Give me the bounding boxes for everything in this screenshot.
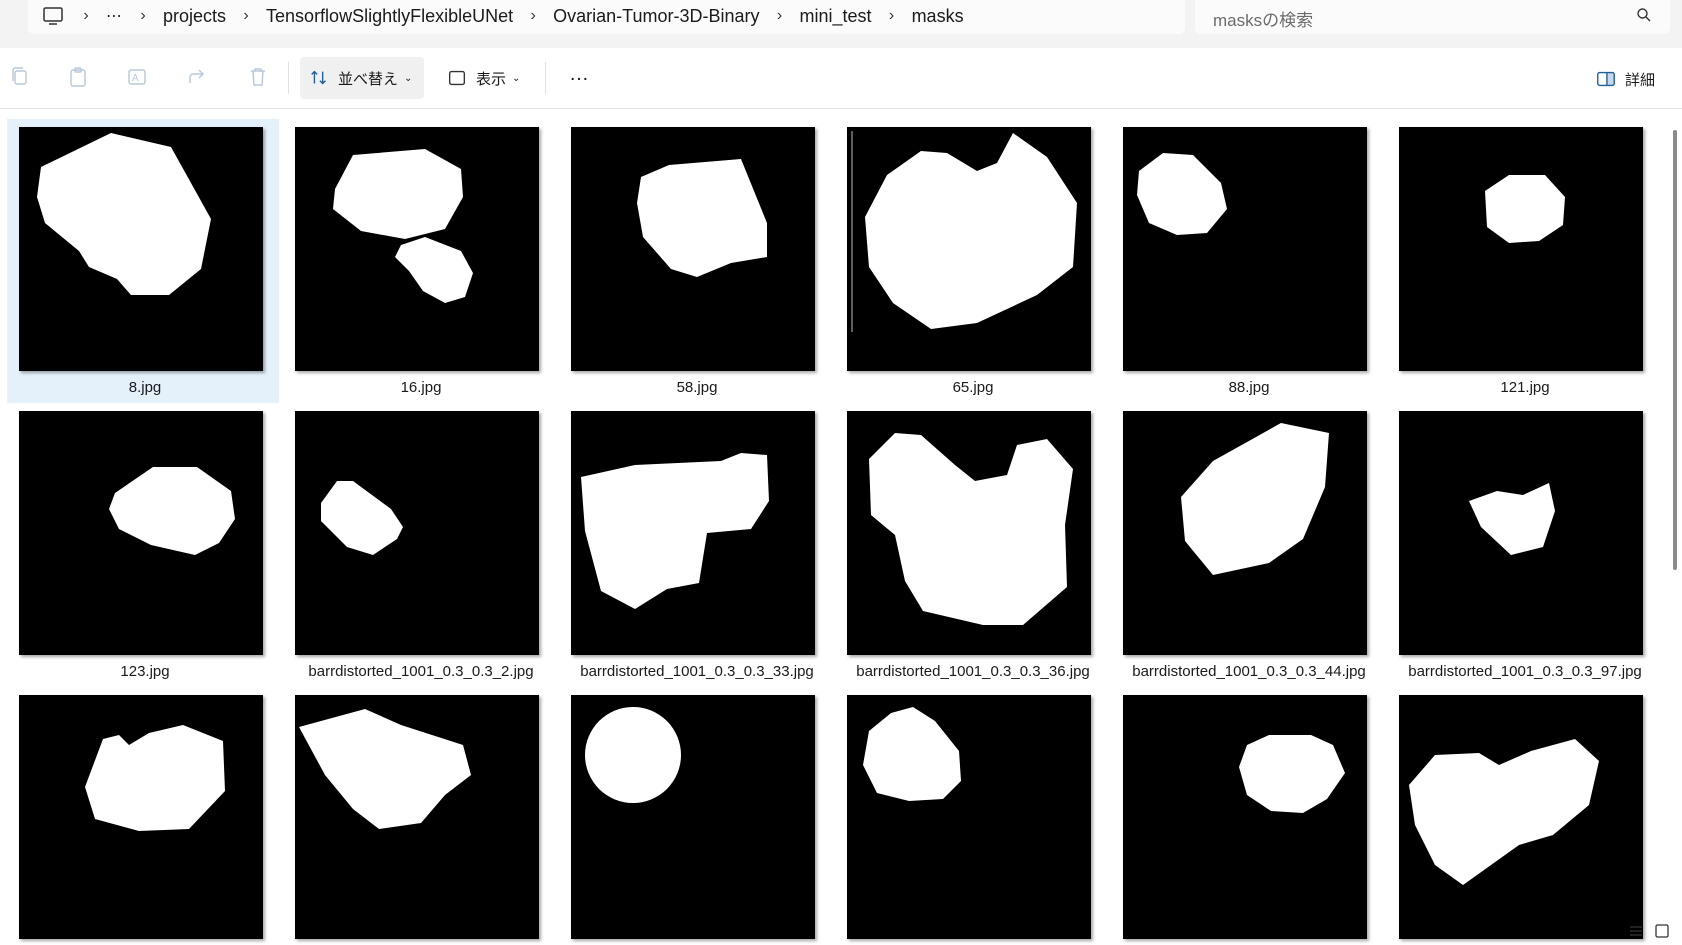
search-input[interactable]: masksの検索 [1195,0,1670,34]
view-switcher [1628,923,1670,939]
list-view-icon[interactable] [1628,923,1644,939]
chevron-right-icon[interactable]: › [768,7,792,25]
thumbnail-view-icon[interactable] [1654,923,1670,939]
file-name: barrdistorted_1001_0.3_0.3_36.jpg [856,663,1090,680]
this-pc-icon[interactable] [42,5,64,27]
file-thumbnail [847,411,1091,655]
file-name: 123.jpg [120,663,170,680]
file-thumbnail [571,695,815,939]
file-thumbnail [1399,695,1643,939]
more-options-button[interactable]: … [564,62,594,92]
file-tile[interactable]: 16.jpg [283,119,555,403]
search-icon[interactable] [1636,7,1652,23]
file-tile[interactable] [283,687,555,945]
breadcrumb-item-masks[interactable]: masks [904,6,972,27]
file-name: 58.jpg [676,379,718,396]
file-name: 16.jpg [400,379,442,396]
file-tile[interactable]: 65.jpg [835,119,1107,403]
share-icon[interactable] [186,65,210,89]
file-tile[interactable]: barrdistorted_1001_0.3_0.3_2.jpg [283,403,555,687]
file-thumbnail [1123,411,1367,655]
file-thumbnail [295,695,539,939]
file-thumbnail [571,411,815,655]
file-tile[interactable]: barrdistorted_1001_0.3_0.3_44.jpg [1111,403,1383,687]
file-name: barrdistorted_1001_0.3_0.3_2.jpg [308,663,534,680]
chevron-down-icon: ⌄ [512,72,521,84]
file-thumbnail [1123,127,1367,371]
file-tile[interactable]: barrdistorted_1001_0.3_0.3_97.jpg [1387,403,1659,687]
file-thumbnail [847,127,1091,371]
file-name: 8.jpg [128,379,162,396]
sort-icon [311,70,326,85]
command-bar: A 並べ替え ⌄ 表示 ⌄ … 詳細 [0,48,1682,109]
file-name: 65.jpg [952,379,994,396]
breadcrumb-item-unet[interactable]: TensorflowSlightlyFlexibleUNet [258,6,521,27]
file-name: barrdistorted_1001_0.3_0.3_44.jpg [1132,663,1366,680]
file-thumbnail [571,127,815,371]
toolbar-divider [288,62,289,94]
vertical-scrollbar[interactable] [1673,130,1677,570]
paste-icon[interactable] [66,65,90,89]
file-grid: 8.jpg 16.jpg 58.jpg 65.jpg 88.jpg 121.jp… [0,109,1670,945]
breadcrumb-overflow[interactable]: ⋯ [98,6,131,26]
file-thumbnail [295,127,539,371]
details-pane-button[interactable]: 詳細 [1595,68,1655,90]
file-tile[interactable]: barrdistorted_1001_0.3_0.3_36.jpg [835,403,1107,687]
chevron-right-icon[interactable]: › [234,7,258,25]
address-row: › ⋯ › projects › TensorflowSlightlyFlexi… [0,0,1682,48]
file-tile[interactable]: 123.jpg [7,403,279,687]
details-pane-icon [1597,71,1615,87]
sort-button[interactable]: 並べ替え ⌄ [300,57,424,99]
file-name: 121.jpg [1500,379,1550,396]
chevron-down-icon: ⌄ [404,72,413,84]
toolbar-divider [545,62,546,94]
file-tile[interactable] [559,687,831,945]
breadcrumb-item-projects[interactable]: projects [155,6,234,27]
file-thumbnail [1123,695,1367,939]
file-thumbnail [295,411,539,655]
file-tile[interactable] [835,687,1107,945]
file-thumbnail [1399,127,1643,371]
chevron-right-icon[interactable]: › [131,7,155,25]
chevron-right-icon[interactable]: › [521,7,545,25]
file-thumbnail [19,695,263,939]
file-thumbnail [1399,411,1643,655]
file-name: barrdistorted_1001_0.3_0.3_33.jpg [580,663,814,680]
file-name: barrdistorted_1001_0.3_0.3_97.jpg [1408,663,1642,680]
file-name: 88.jpg [1228,379,1270,396]
file-thumbnail [847,695,1091,939]
file-tile[interactable]: 8.jpg [7,119,279,403]
view-icon [448,70,466,86]
file-tile[interactable] [1111,687,1383,945]
file-tile[interactable] [1387,687,1659,945]
file-tile[interactable]: 121.jpg [1387,119,1659,403]
file-tile[interactable]: 88.jpg [1111,119,1383,403]
copy-icon[interactable] [8,65,32,89]
chevron-right-icon[interactable]: › [880,7,904,25]
breadcrumb-item-ovarian[interactable]: Ovarian-Tumor-3D-Binary [545,6,767,27]
file-tile[interactable]: barrdistorted_1001_0.3_0.3_33.jpg [559,403,831,687]
file-tile[interactable]: 58.jpg [559,119,831,403]
file-thumbnail [19,127,263,371]
details-label: 詳細 [1625,71,1656,89]
search-placeholder: masksの検索 [1213,11,1314,30]
sort-label: 並べ替え [338,70,399,88]
svg-text:A: A [132,73,139,84]
view-button[interactable]: 表示 ⌄ [446,57,536,99]
rename-icon[interactable]: A [126,65,150,89]
view-label: 表示 [476,70,507,88]
delete-icon[interactable] [246,65,270,89]
chevron-right-icon[interactable]: › [74,7,98,25]
breadcrumb-item-mini-test[interactable]: mini_test [792,6,880,27]
file-thumbnail [19,411,263,655]
file-tile[interactable] [7,687,279,945]
breadcrumb: › ⋯ › projects › TensorflowSlightlyFlexi… [42,0,972,32]
